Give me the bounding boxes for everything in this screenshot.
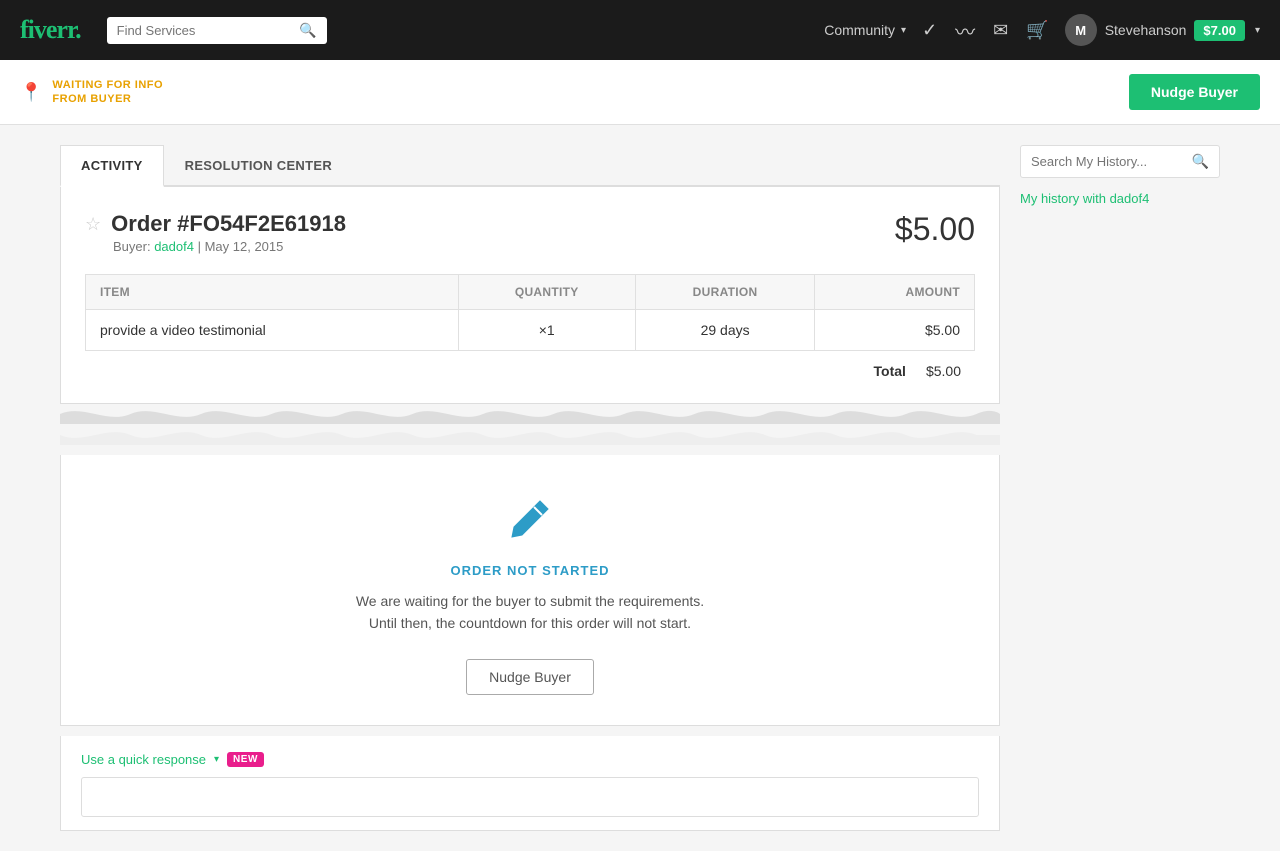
status-left: 📍 WAITING FOR INFO FROM BUYER xyxy=(20,78,163,107)
username: Stevehanson xyxy=(1105,22,1187,38)
mail-icon[interactable]: ✉ xyxy=(993,20,1008,41)
nudge-buyer-button[interactable]: Nudge Buyer xyxy=(1129,74,1260,110)
wavy-divider-2 xyxy=(60,425,1000,445)
main-container: ACTIVITY RESOLUTION CENTER ☆ Order #FO54… xyxy=(40,125,1240,851)
tabs: ACTIVITY RESOLUTION CENTER xyxy=(60,145,1000,187)
table-row: provide a video testimonial ×1 29 days $… xyxy=(86,310,975,351)
history-link[interactable]: My history with dadof4 xyxy=(1020,191,1149,206)
col-header-duration: DURATION xyxy=(635,275,814,310)
community-menu[interactable]: Community ▾ xyxy=(824,22,906,38)
cart-icon[interactable]: 🛒 xyxy=(1026,20,1048,41)
user-chevron-icon: ▾ xyxy=(1255,25,1260,36)
order-meta: Buyer: dadof4 | May 12, 2015 xyxy=(113,239,346,254)
avatar: M xyxy=(1065,14,1097,46)
meta-separator: | xyxy=(198,239,205,254)
fiverr-logo[interactable]: fiverr. xyxy=(20,15,81,45)
col-header-quantity: QUANTITY xyxy=(458,275,635,310)
buyer-link[interactable]: dadof4 xyxy=(154,239,194,254)
order-title-row: ☆ Order #FO54F2E61918 xyxy=(85,211,346,237)
order-date: May 12, 2015 xyxy=(205,239,284,254)
new-badge: NEW xyxy=(227,752,264,767)
search-box[interactable]: 🔍 xyxy=(107,17,327,44)
status-line2: FROM BUYER xyxy=(52,92,163,106)
navbar-icons: ✓ 〰 ✉ 🛒 xyxy=(922,16,1049,45)
col-header-amount: AMOUNT xyxy=(815,275,975,310)
community-label: Community xyxy=(824,22,895,38)
chart-icon[interactable]: 〰 xyxy=(955,16,975,45)
nudge-buyer-card-button[interactable]: Nudge Buyer xyxy=(466,659,594,695)
row-item: provide a video testimonial xyxy=(86,310,459,351)
order-title: Order #FO54F2E61918 xyxy=(111,211,346,237)
status-description: We are waiting for the buyer to submit t… xyxy=(85,590,975,635)
pencil-icon xyxy=(85,495,975,553)
quick-response-link[interactable]: Use a quick response xyxy=(81,752,206,767)
response-textarea[interactable] xyxy=(81,777,979,817)
search-icon: 🔍 xyxy=(299,22,316,39)
status-desc-line1: We are waiting for the buyer to submit t… xyxy=(356,593,704,609)
history-search-box[interactable]: 🔍 xyxy=(1020,145,1220,178)
tab-resolution-center[interactable]: RESOLUTION CENTER xyxy=(164,145,353,185)
status-desc-line2: Until then, the countdown for this order… xyxy=(369,615,691,631)
logo-dot: . xyxy=(75,15,81,44)
status-text-block: WAITING FOR INFO FROM BUYER xyxy=(52,78,163,107)
row-duration: 29 days xyxy=(635,310,814,351)
star-icon[interactable]: ☆ xyxy=(85,214,101,235)
total-label: Total xyxy=(874,363,906,379)
quick-response-top: Use a quick response ▾ NEW xyxy=(81,752,979,767)
col-header-item: ITEM xyxy=(86,275,459,310)
buyer-label: Buyer: xyxy=(113,239,151,254)
navbar: fiverr. 🔍 Community ▾ ✓ 〰 ✉ 🛒 M Stevehan… xyxy=(0,0,1280,60)
order-not-started-label: ORDER NOT STARTED xyxy=(85,563,975,578)
total-row: Total $5.00 xyxy=(85,351,975,379)
history-search-input[interactable] xyxy=(1031,154,1186,169)
wavy-divider xyxy=(60,404,1000,424)
history-search-icon: 🔍 xyxy=(1192,153,1209,170)
tab-activity[interactable]: ACTIVITY xyxy=(60,145,164,187)
order-status-card: ORDER NOT STARTED We are waiting for the… xyxy=(60,455,1000,726)
balance-badge: $7.00 xyxy=(1194,20,1245,41)
status-line1: WAITING FOR INFO xyxy=(52,78,163,92)
row-quantity: ×1 xyxy=(458,310,635,351)
order-card: ☆ Order #FO54F2E61918 Buyer: dadof4 | Ma… xyxy=(60,187,1000,404)
total-value: $5.00 xyxy=(926,363,961,379)
quick-response-bar: Use a quick response ▾ NEW xyxy=(60,736,1000,831)
order-price: $5.00 xyxy=(895,211,975,248)
order-table: ITEM QUANTITY DURATION AMOUNT provide a … xyxy=(85,274,975,351)
search-input[interactable] xyxy=(117,23,294,38)
chevron-down-icon: ▾ xyxy=(901,25,906,36)
right-column: 🔍 My history with dadof4 xyxy=(1020,145,1220,831)
left-column: ACTIVITY RESOLUTION CENTER ☆ Order #FO54… xyxy=(60,145,1000,831)
check-icon[interactable]: ✓ xyxy=(922,20,937,41)
user-menu[interactable]: M Stevehanson $7.00 ▾ xyxy=(1065,14,1260,46)
quick-response-chevron-icon[interactable]: ▾ xyxy=(214,754,219,765)
row-amount: $5.00 xyxy=(815,310,975,351)
status-bar: 📍 WAITING FOR INFO FROM BUYER Nudge Buye… xyxy=(0,60,1280,125)
logo-text: fiverr xyxy=(20,15,75,44)
order-header: ☆ Order #FO54F2E61918 Buyer: dadof4 | Ma… xyxy=(85,211,975,254)
location-icon: 📍 xyxy=(20,82,42,103)
